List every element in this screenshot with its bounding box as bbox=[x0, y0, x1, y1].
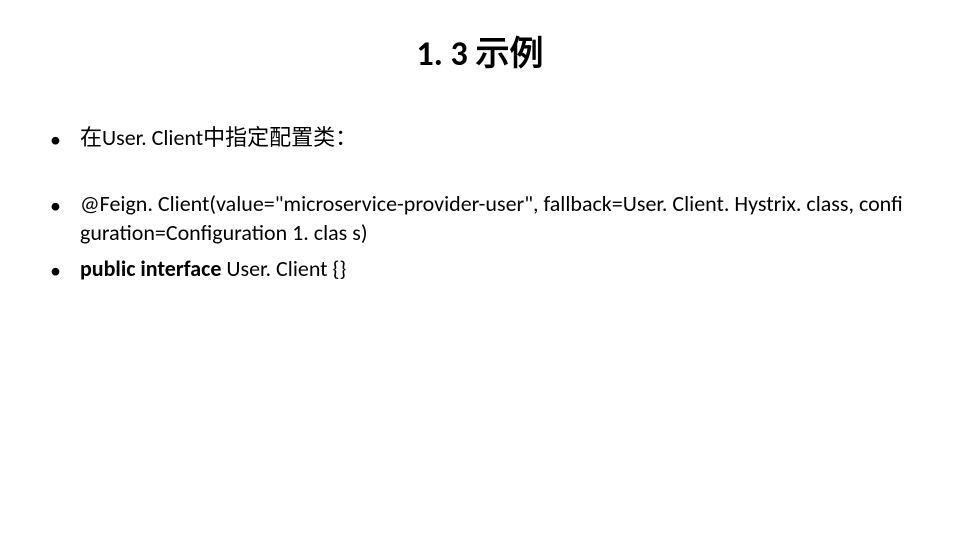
bullet-text: 在User. Client中指定配置类： bbox=[80, 123, 910, 155]
bullet-item: • public interface User. Client {} bbox=[50, 254, 910, 286]
bullet-marker: • bbox=[50, 123, 80, 155]
bold-text: public interface bbox=[80, 255, 226, 282]
slide-title: 1. 3 示例 bbox=[0, 0, 960, 85]
bullet-marker: • bbox=[50, 254, 80, 286]
bullet-marker: • bbox=[50, 189, 80, 248]
bullet-item: • 在User. Client中指定配置类： bbox=[50, 123, 910, 155]
bullet-text: @Feign. Client(value="microservice-provi… bbox=[80, 189, 910, 248]
bullet-item: • @Feign. Client(value="microservice-pro… bbox=[50, 189, 910, 248]
slide-content: • 在User. Client中指定配置类： • @Feign. Client(… bbox=[0, 85, 960, 286]
bullet-text: public interface User. Client {} bbox=[80, 254, 910, 286]
slide-container: 1. 3 示例 • 在User. Client中指定配置类： • @Feign.… bbox=[0, 0, 960, 540]
plain-text: User. Client {} bbox=[226, 255, 346, 282]
